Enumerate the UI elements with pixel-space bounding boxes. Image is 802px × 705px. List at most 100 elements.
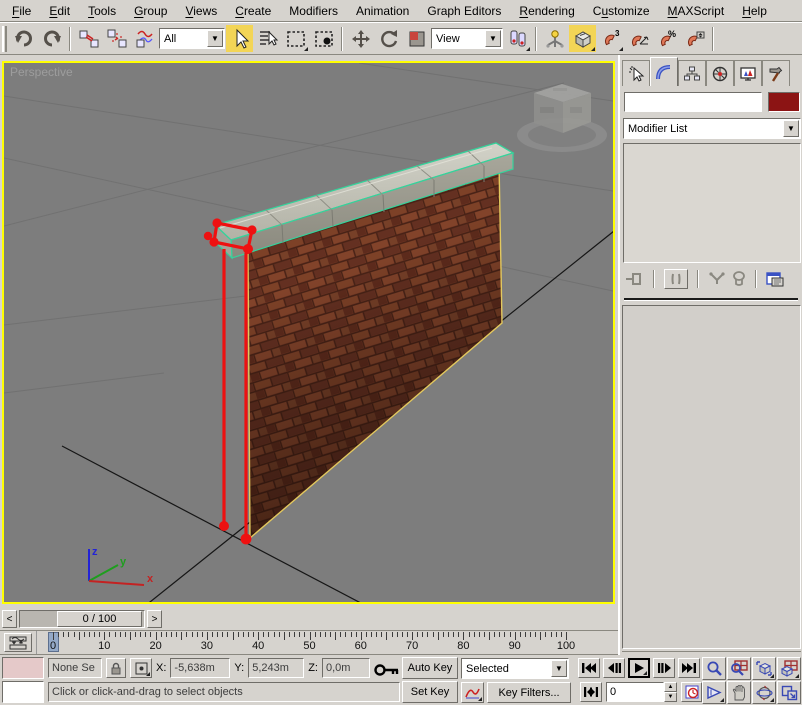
- menu-file[interactable]: File: [4, 2, 39, 20]
- menu-maxscript[interactable]: MAXScript: [660, 2, 733, 20]
- make-unique-icon[interactable]: [708, 271, 726, 287]
- select-rotate-button[interactable]: [375, 25, 402, 52]
- z-coordinate-field[interactable]: 0,0m: [322, 658, 370, 678]
- menu-rendering[interactable]: Rendering: [511, 2, 582, 20]
- ruler-tick: [197, 632, 198, 637]
- select-and-link-button[interactable]: [75, 25, 102, 52]
- ruler-tick: [448, 632, 449, 637]
- remove-modifier-icon[interactable]: [732, 271, 746, 287]
- zoom-button[interactable]: [702, 657, 726, 680]
- select-move-button[interactable]: [347, 25, 374, 52]
- menu-modifiers[interactable]: Modifiers: [281, 2, 346, 20]
- previous-frame-button[interactable]: [603, 658, 625, 678]
- bind-to-spacewarp-button[interactable]: [131, 25, 158, 52]
- frame-spinner[interactable]: ▲ ▼: [664, 682, 677, 702]
- default-tangents-button[interactable]: [461, 682, 484, 703]
- arc-rotate-button[interactable]: [752, 681, 776, 704]
- tab-motion[interactable]: [706, 60, 734, 86]
- coordinate-system-dropdown[interactable]: View ▼: [431, 28, 503, 49]
- angle-snap-button[interactable]: [625, 25, 652, 52]
- window-crossing-button[interactable]: [310, 25, 337, 52]
- pin-stack-icon[interactable]: [624, 271, 644, 287]
- menu-help[interactable]: Help: [734, 2, 775, 20]
- select-manipulate-button[interactable]: [541, 25, 568, 52]
- use-pivot-center-button[interactable]: [504, 25, 531, 52]
- select-by-name-button[interactable]: [254, 25, 281, 52]
- absolute-mode-button[interactable]: [130, 658, 152, 678]
- ruler-tick: [535, 632, 536, 637]
- zoom-extents-all-button[interactable]: [777, 657, 801, 680]
- show-end-result-button[interactable]: [664, 269, 688, 289]
- undo-button[interactable]: [10, 25, 37, 52]
- unlink-selection-button[interactable]: [103, 25, 130, 52]
- redo-button[interactable]: [38, 25, 65, 52]
- key-filters-button[interactable]: Key Filters...: [487, 682, 571, 703]
- time-slider-track[interactable]: 0 / 100: [19, 610, 145, 628]
- spinner-down-icon[interactable]: ▼: [664, 692, 677, 702]
- scale-icon: [406, 28, 428, 50]
- perspective-viewport[interactable]: z y x Perspective: [2, 61, 615, 604]
- snaps-toggle-button[interactable]: [569, 25, 596, 52]
- key-mode-toggle-button[interactable]: [580, 682, 602, 702]
- selection-filter-dropdown[interactable]: All ▼: [159, 28, 225, 49]
- menu-group[interactable]: Group: [126, 2, 175, 20]
- x-coordinate-field[interactable]: -5,638m: [170, 658, 230, 678]
- key-mode-dropdown[interactable]: Selected ▼: [461, 658, 569, 679]
- menu-views[interactable]: Views: [177, 2, 225, 20]
- tab-utilities[interactable]: [762, 60, 790, 86]
- maxscript-mini-listener-pink[interactable]: [2, 657, 44, 679]
- go-to-start-button[interactable]: [578, 658, 600, 678]
- maximize-viewport-button[interactable]: [777, 681, 801, 704]
- tab-hierarchy[interactable]: [678, 60, 706, 86]
- object-color-swatch[interactable]: [768, 92, 800, 112]
- object-name-field[interactable]: [624, 92, 762, 112]
- pan-button[interactable]: [727, 681, 751, 704]
- mini-curve-editor-button[interactable]: [4, 633, 32, 652]
- go-to-end-button[interactable]: [678, 658, 700, 678]
- menu-graph-editors[interactable]: Graph Editors: [419, 2, 509, 20]
- modifier-list-dropdown[interactable]: Modifier List ▼: [623, 118, 801, 139]
- percent-snap-button[interactable]: %: [653, 25, 680, 52]
- menu-create[interactable]: Create: [227, 2, 279, 20]
- tab-modify[interactable]: [650, 57, 678, 86]
- next-frame-button[interactable]: [653, 658, 675, 678]
- tab-display[interactable]: [734, 60, 762, 86]
- selection-lock-button[interactable]: [106, 658, 126, 678]
- selection-region-button[interactable]: [282, 25, 309, 52]
- menu-customize[interactable]: Customize: [585, 2, 658, 20]
- maxscript-mini-listener-white[interactable]: [2, 681, 44, 703]
- dropdown-arrow-icon[interactable]: ▼: [207, 30, 223, 47]
- spline-shape[interactable]: [214, 223, 252, 539]
- y-coordinate-field[interactable]: 5,243m: [248, 658, 304, 678]
- menu-edit[interactable]: Edit: [41, 2, 78, 20]
- select-object-button[interactable]: [226, 25, 253, 52]
- current-frame-field[interactable]: 0: [606, 682, 664, 702]
- play-button[interactable]: [628, 658, 650, 678]
- toolbar-grip[interactable]: [2, 26, 7, 52]
- auto-key-button[interactable]: Auto Key: [402, 657, 458, 679]
- set-key-button[interactable]: Set Key: [402, 681, 458, 703]
- frame-ruler[interactable]: 0102030405060708090100: [36, 631, 614, 654]
- time-configuration-button[interactable]: [681, 682, 702, 702]
- zoom-extents-button[interactable]: [752, 657, 776, 680]
- snap-3d-button[interactable]: 3: [597, 25, 624, 52]
- spinner-up-icon[interactable]: ▲: [664, 682, 677, 692]
- next-frame-arrow-button[interactable]: >: [147, 610, 162, 628]
- menu-tools[interactable]: Tools: [80, 2, 124, 20]
- time-slider-thumb[interactable]: 0 / 100: [57, 611, 142, 627]
- zoom-all-button[interactable]: [727, 657, 751, 680]
- configure-modifier-sets-icon[interactable]: [766, 271, 784, 287]
- previous-frame-arrow-button[interactable]: <: [2, 610, 17, 628]
- dropdown-arrow-icon[interactable]: ▼: [783, 120, 799, 137]
- field-of-view-button[interactable]: [702, 681, 726, 704]
- tab-create[interactable]: [622, 60, 650, 86]
- viewport-label[interactable]: Perspective: [10, 65, 73, 79]
- select-scale-button[interactable]: [403, 25, 430, 52]
- spinner-snap-button[interactable]: [681, 25, 708, 52]
- modifier-stack-list[interactable]: [623, 143, 801, 263]
- menu-animation[interactable]: Animation: [348, 2, 417, 20]
- dropdown-arrow-icon[interactable]: ▼: [485, 30, 501, 47]
- scene-canvas[interactable]: z y x: [4, 63, 613, 602]
- rollout-area[interactable]: [622, 305, 801, 649]
- dropdown-arrow-icon[interactable]: ▼: [551, 660, 567, 677]
